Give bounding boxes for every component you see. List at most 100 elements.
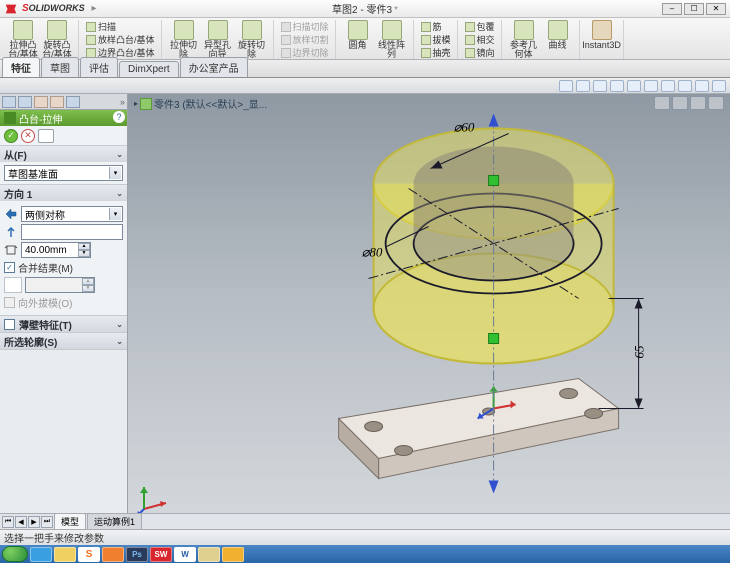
end-condition-combo[interactable]: 两侧对称▾	[21, 206, 123, 222]
close-button[interactable]: ✕	[706, 3, 726, 15]
svg-text:65: 65	[632, 345, 647, 359]
photoshop-icon[interactable]: Ps	[126, 547, 148, 562]
ref-geometry-button[interactable]: 参考几何体	[507, 20, 541, 59]
section-from-header[interactable]: 从(F)⌄	[0, 146, 127, 162]
direction-vector-icon[interactable]	[4, 225, 18, 239]
draft-outward-label: 向外拔模(O)	[18, 295, 72, 310]
depth-spin-up[interactable]: ▲	[78, 243, 90, 250]
view-toolbar	[0, 78, 730, 94]
prev-view-button[interactable]	[593, 80, 607, 92]
vp-btn-3[interactable]	[690, 96, 706, 110]
bottom-tab-strip: ⏮ ◀ ▶ ⏭ 模型 运动算例1	[0, 513, 730, 529]
property-tab-icon[interactable]	[18, 96, 32, 108]
panel-expand-icon[interactable]: »	[120, 97, 125, 107]
loft-cut-button: 放样切割	[279, 33, 331, 46]
loft-button[interactable]: 放样凸台/基体	[84, 33, 157, 46]
depth-icon	[4, 243, 18, 257]
section-contour-header[interactable]: 所选轮廓(S)⌄	[0, 333, 127, 349]
tab-features[interactable]: 特征	[2, 57, 40, 77]
depth-spin-down[interactable]: ▼	[78, 250, 90, 257]
depth-input[interactable]: 40.00mm ▲▼	[21, 242, 91, 258]
start-button[interactable]	[2, 546, 28, 562]
draft-toggle-icon[interactable]	[4, 277, 22, 293]
tab-nav-first[interactable]: ⏮	[2, 516, 14, 528]
feature-control-row: ✓ ✕	[0, 126, 127, 146]
extrude-boss-button[interactable]: 拉伸凸台/基体	[6, 20, 40, 59]
draft-angle-input: ▲▼	[25, 277, 95, 293]
mirror-button[interactable]: 镜向	[463, 46, 497, 59]
feature-title: 凸台-拉伸 ?	[0, 110, 127, 126]
minimize-button[interactable]: –	[662, 3, 682, 15]
thin-feature-checkbox[interactable]	[4, 319, 15, 330]
from-combo[interactable]: 草图基准面▾	[4, 165, 123, 181]
feature-tree-tab-icon[interactable]	[2, 96, 16, 108]
sogou-icon[interactable]: S	[78, 547, 100, 562]
dimxpert-tab-icon[interactable]	[50, 96, 64, 108]
detailed-preview-button[interactable]	[38, 129, 54, 143]
bottom-tab-motion[interactable]: 运动算例1	[87, 513, 142, 530]
media-icon[interactable]	[102, 547, 124, 562]
base-plate-icon	[339, 378, 619, 478]
display-tab-icon[interactable]	[66, 96, 80, 108]
hole-wizard-button[interactable]: 异型孔向导	[201, 20, 235, 59]
tab-nav-next[interactable]: ▶	[28, 516, 40, 528]
property-manager: » 凸台-拉伸 ? ✓ ✕ 从(F)⌄ 草图基准面▾ 方向 1⌄	[0, 94, 128, 529]
shell-button[interactable]: 抽壳	[419, 46, 453, 59]
revolve-boss-button[interactable]: 旋转凸台/基体	[40, 20, 74, 59]
reverse-direction-icon[interactable]	[4, 207, 18, 221]
view-orient-button[interactable]	[627, 80, 641, 92]
tab-nav-prev[interactable]: ◀	[15, 516, 27, 528]
tab-sketch[interactable]: 草图	[41, 57, 79, 77]
svg-text:⌀60: ⌀60	[454, 119, 475, 134]
explorer-icon[interactable]	[54, 547, 76, 562]
wrap-button[interactable]: 包覆	[463, 20, 497, 33]
tab-office[interactable]: 办公室产品	[180, 57, 248, 77]
snip-icon[interactable]	[198, 547, 220, 562]
message-icon[interactable]	[222, 547, 244, 562]
extrude-cut-button[interactable]: 拉伸切除	[167, 20, 201, 59]
tab-evaluate[interactable]: 评估	[80, 57, 118, 77]
revolve-cut-button[interactable]: 旋转切除	[235, 20, 269, 59]
vp-btn-4[interactable]	[708, 96, 724, 110]
ribbon-toolbar: 拉伸凸台/基体 旋转凸台/基体 扫描 放样凸台/基体 边界凸台/基体 拉伸切除 …	[0, 18, 730, 60]
word-icon[interactable]: W	[174, 547, 196, 562]
tab-dimxpert[interactable]: DimXpert	[119, 61, 179, 77]
section-view-button[interactable]	[610, 80, 624, 92]
maximize-button[interactable]: ☐	[684, 3, 704, 15]
curves-button[interactable]: 曲线	[541, 20, 575, 59]
apply-scene-button[interactable]	[695, 80, 709, 92]
svg-text:⌀80: ⌀80	[362, 244, 383, 259]
graphics-viewport[interactable]: ▸ 零件3 (默认<<默认>_显...	[128, 94, 730, 529]
view-settings-button[interactable]	[712, 80, 726, 92]
linear-pattern-button[interactable]: 线性阵列	[375, 20, 409, 59]
solidworks-task-icon[interactable]: SW	[150, 547, 172, 562]
status-bar: 选择一把手来修改参数	[0, 529, 730, 545]
hide-show-button[interactable]	[661, 80, 675, 92]
extrude-icon	[4, 112, 16, 124]
help-icon[interactable]: ?	[113, 111, 125, 123]
direction-ref-field[interactable]	[21, 224, 123, 240]
sweep-button[interactable]: 扫描	[84, 20, 157, 33]
instant3d-button[interactable]: Instant3D	[585, 20, 619, 50]
zoom-area-button[interactable]	[576, 80, 590, 92]
edit-appearance-button[interactable]	[678, 80, 692, 92]
zoom-fit-button[interactable]	[559, 80, 573, 92]
cancel-button[interactable]: ✕	[21, 129, 35, 143]
section-direction1-header[interactable]: 方向 1⌄	[0, 185, 127, 201]
part-icon	[140, 98, 152, 110]
tab-nav-last[interactable]: ⏭	[41, 516, 53, 528]
ok-button[interactable]: ✓	[4, 129, 18, 143]
config-tab-icon[interactable]	[34, 96, 48, 108]
intersect-button[interactable]: 相交	[463, 33, 497, 46]
merge-result-checkbox[interactable]: ✓	[4, 262, 15, 273]
rib-button[interactable]: 筋	[419, 20, 453, 33]
app-name: SOLIDWORKS ▸	[22, 3, 96, 14]
command-tabs: 特征 草图 评估 DimXpert 办公室产品	[0, 60, 730, 78]
ie-icon[interactable]	[30, 547, 52, 562]
fillet-button[interactable]: 圆角	[341, 20, 375, 59]
display-style-button[interactable]	[644, 80, 658, 92]
section-thin-header[interactable]: 薄壁特征(T)⌄	[0, 316, 127, 332]
bottom-tab-model[interactable]: 模型	[54, 513, 86, 530]
draft-button[interactable]: 拔模	[419, 33, 453, 46]
document-title: 草图2 - 零件3*	[332, 1, 398, 16]
